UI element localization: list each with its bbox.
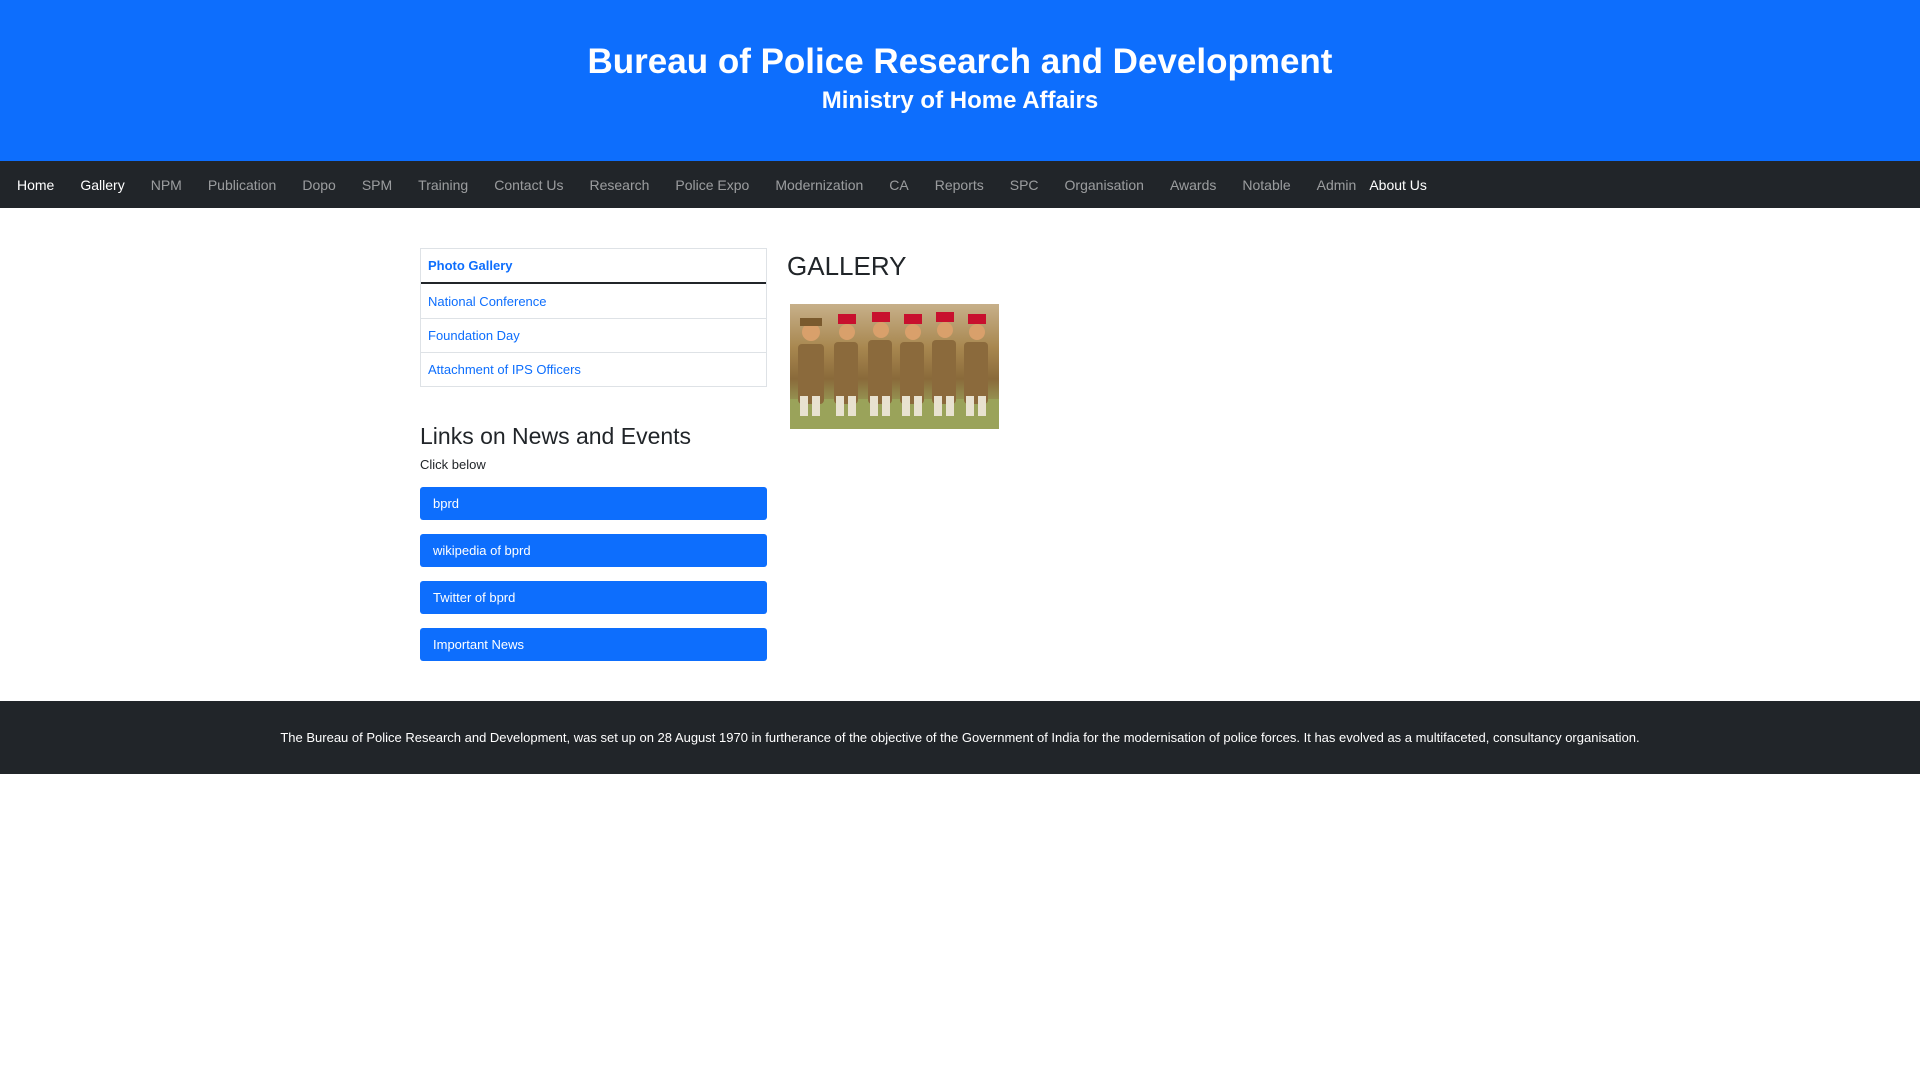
footer-text: The Bureau of Police Research and Develo… (280, 730, 1640, 745)
nav-organisation[interactable]: Organisation (1065, 177, 1144, 193)
twitter-button[interactable]: Twitter of bprd (420, 581, 767, 614)
bprd-button[interactable]: bprd (420, 487, 767, 520)
nav-training[interactable]: Training (418, 177, 468, 193)
nav-home[interactable]: Home (17, 177, 54, 193)
nav-spm[interactable]: SPM (362, 177, 392, 193)
nav-reports[interactable]: Reports (935, 177, 984, 193)
important-news-button[interactable]: Important News (420, 628, 767, 661)
nav-npm[interactable]: NPM (151, 177, 182, 193)
nav-spc[interactable]: SPC (1010, 177, 1039, 193)
list-item-foundation-day[interactable]: Foundation Day (421, 318, 766, 352)
nav-modernization[interactable]: Modernization (775, 177, 863, 193)
nav-research[interactable]: Research (589, 177, 649, 193)
nav-gallery[interactable]: Gallery (80, 177, 124, 193)
nav-admin[interactable]: Admin (1317, 177, 1357, 193)
site-subtitle: Ministry of Home Affairs (821, 87, 1099, 114)
police-parade-image (790, 312, 999, 429)
gallery-section: GALLERY (787, 248, 999, 429)
main-navbar: Home Gallery NPM Publication Dopo SPM Tr… (0, 161, 1920, 208)
main-content: Photo Gallery National Conference Founda… (0, 208, 1920, 701)
wikipedia-button[interactable]: wikipedia of bprd (420, 534, 767, 567)
site-header: Bureau of Police Research and Developmen… (0, 0, 1920, 161)
nav-ca[interactable]: CA (889, 177, 908, 193)
site-title: Bureau of Police Research and Developmen… (587, 42, 1333, 81)
links-button-group: bprd wikipedia of bprd Twitter of bprd I… (420, 487, 767, 661)
links-subtext: Click below (420, 457, 486, 472)
list-item-national-conference[interactable]: National Conference (421, 284, 766, 318)
nav-contact-us[interactable]: Contact Us (494, 177, 563, 193)
site-footer: The Bureau of Police Research and Develo… (0, 701, 1920, 774)
nav-publication[interactable]: Publication (208, 177, 277, 193)
gallery-photo-police-parade[interactable] (790, 304, 999, 429)
nav-awards[interactable]: Awards (1170, 177, 1216, 193)
nav-police-expo[interactable]: Police Expo (675, 177, 749, 193)
list-item-attachment-ips-officers[interactable]: Attachment of IPS Officers (421, 352, 766, 386)
gallery-list: Photo Gallery National Conference Founda… (420, 248, 767, 387)
nav-dopo[interactable]: Dopo (302, 177, 335, 193)
nav-notable[interactable]: Notable (1242, 177, 1290, 193)
sidebar: Photo Gallery National Conference Founda… (420, 248, 767, 661)
gallery-title: GALLERY (787, 251, 907, 281)
list-item-photo-gallery[interactable]: Photo Gallery (421, 249, 766, 284)
nav-about-us[interactable]: About Us (1369, 177, 1427, 193)
links-heading: Links on News and Events (420, 423, 692, 449)
